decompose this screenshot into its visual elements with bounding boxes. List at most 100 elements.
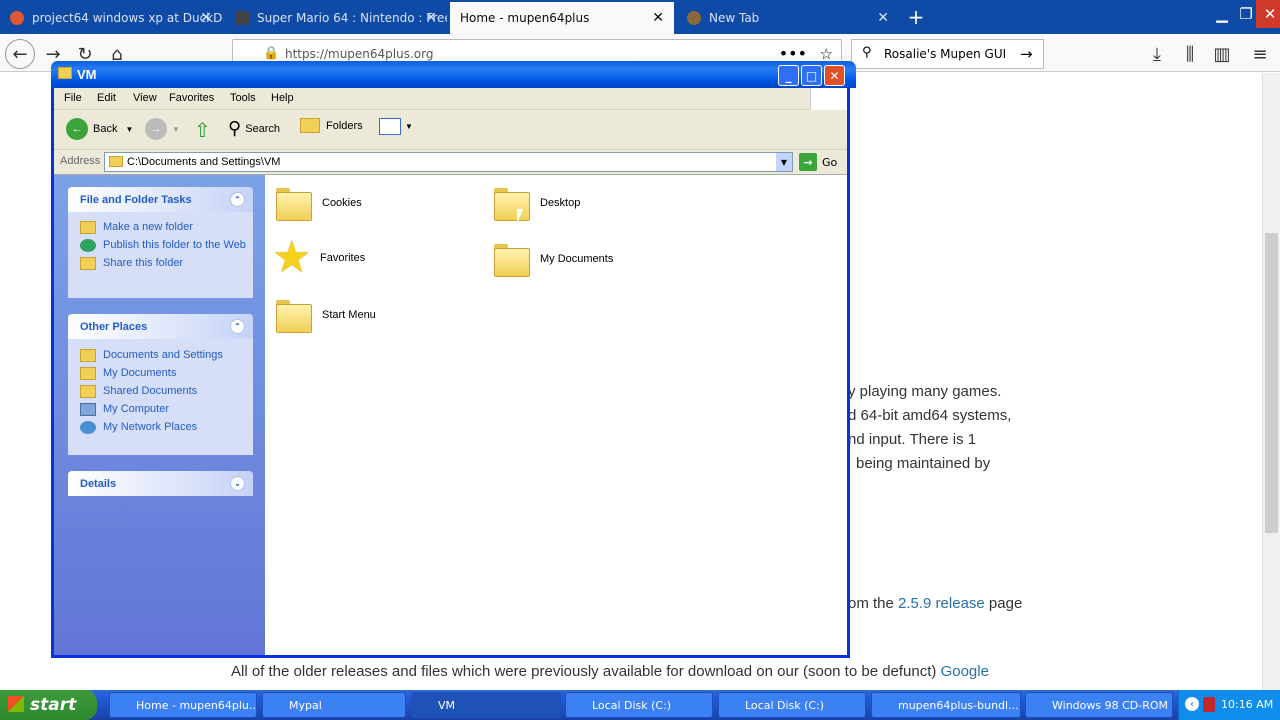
start-button[interactable]: start — [0, 690, 97, 720]
task-home-mupen64plus[interactable]: Home - mupen64plu... — [109, 692, 257, 718]
dropdown-icon: ▼ — [172, 124, 180, 134]
release-link[interactable]: 2.5.9 release — [898, 595, 985, 612]
address-text: C:\Documents and Settings\VM — [127, 156, 281, 168]
panel-header[interactable]: Other Places ⌃ — [68, 314, 253, 339]
up-folder-icon: ⇧ — [194, 120, 211, 142]
views-button[interactable]: ▼ — [379, 118, 413, 135]
up-button[interactable]: ⇧ — [194, 118, 211, 143]
downloads-icon[interactable]: ⤓ — [1142, 39, 1172, 69]
folder-icon — [58, 67, 72, 79]
panel-header[interactable]: Details ⌄ — [68, 471, 253, 496]
task-mypal[interactable]: Mypal — [262, 692, 406, 718]
panel-header[interactable]: File and Folder Tasks ⌃ — [68, 187, 253, 212]
back-arrow-icon: ← — [66, 118, 88, 140]
publish-folder-link[interactable]: Publish this folder to the Web — [68, 237, 253, 255]
menu-tools[interactable]: Tools — [230, 92, 256, 104]
window-title-bar[interactable]: VM _ □ ✕ — [51, 61, 856, 88]
dropdown-icon[interactable]: ▼ — [125, 125, 133, 134]
clock[interactable]: 10:16 AM — [1221, 698, 1273, 711]
tray-expand-icon[interactable]: ‹ — [1185, 697, 1199, 711]
page-text-line: om the 2.5.9 release page — [848, 595, 1023, 612]
go-arrow-icon: → — [799, 153, 817, 171]
window-title: VM — [77, 67, 97, 82]
item-my-documents[interactable]: My Documents — [492, 241, 613, 277]
back-icon[interactable]: ← — [5, 39, 35, 69]
close-tab-icon[interactable]: ✕ — [652, 10, 664, 26]
minimize-button[interactable]: _ — [778, 65, 799, 86]
search-button[interactable]: ⚲ Search — [228, 118, 280, 139]
address-dropdown-icon[interactable]: ▼ — [776, 153, 792, 171]
menu-file[interactable]: File — [64, 92, 82, 104]
task-mupen64plus-bundle[interactable]: mupen64plus-bundl... — [871, 692, 1021, 718]
tab-mupen64plus[interactable]: Home - mupen64plus ✕ — [450, 2, 674, 34]
close-tab-icon[interactable]: ✕ — [877, 10, 889, 26]
item-favorites[interactable]: ★ Favorites — [272, 236, 365, 280]
item-cookies[interactable]: Cookies — [274, 185, 362, 221]
share-folder-link[interactable]: Share this folder — [68, 255, 253, 273]
place-documents-and-settings[interactable]: Documents and Settings — [68, 347, 253, 365]
item-desktop[interactable]: Desktop — [492, 185, 580, 221]
task-vm[interactable]: VM — [411, 692, 561, 718]
place-shared-documents[interactable]: Shared Documents — [68, 383, 253, 401]
shared-folder-icon — [80, 385, 96, 398]
lock-icon: 🔒 — [263, 46, 280, 61]
folder-icon — [492, 185, 530, 221]
address-bar: Address C:\Documents and Settings\VM ▼ →… — [54, 150, 847, 175]
folders-icon — [300, 118, 320, 133]
file-folder-tasks-panel: File and Folder Tasks ⌃ Make a new folder… — [68, 187, 253, 298]
close-tab-icon[interactable]: ✕ — [425, 10, 437, 26]
menu-icon[interactable]: ≡ — [1245, 39, 1275, 69]
library-icon[interactable]: ⫼ — [1175, 39, 1205, 69]
security-shield-icon[interactable] — [1203, 697, 1215, 712]
expand-icon[interactable]: ⌄ — [230, 476, 245, 491]
folder-icon — [109, 156, 123, 167]
dropdown-icon: ▼ — [405, 122, 413, 131]
search-go-icon[interactable]: → — [1020, 45, 1033, 63]
place-my-network-places[interactable]: My Network Places — [68, 419, 253, 437]
maximize-button[interactable]: □ — [801, 65, 822, 86]
task-local-disk-2[interactable]: Local Disk (C:) — [718, 692, 866, 718]
menu-favorites[interactable]: Favorites — [169, 92, 214, 104]
mouse-cursor-icon — [517, 209, 523, 225]
tab-duckduckgo[interactable]: project64 windows xp at DuckDu ✕ — [0, 2, 222, 34]
archive-icon — [235, 11, 249, 25]
go-button[interactable]: → Go — [799, 153, 837, 171]
back-button[interactable]: ← Back ▼ — [66, 118, 133, 140]
tab-super-mario[interactable]: Super Mario 64 : Nintendo : Free ✕ — [225, 2, 447, 34]
page-scrollbar[interactable] — [1262, 73, 1280, 690]
folder-icon — [274, 185, 312, 221]
page-text-line: being maintained by — [856, 455, 991, 472]
menu-edit[interactable]: Edit — [97, 92, 116, 104]
tab-new-tab[interactable]: New Tab ✕ — [677, 2, 899, 34]
close-tab-icon[interactable]: ✕ — [200, 10, 212, 26]
forward-button[interactable]: → ▼ — [145, 118, 180, 140]
place-my-computer[interactable]: My Computer — [68, 401, 253, 419]
close-button[interactable]: ✕ — [824, 65, 845, 86]
menu-bar: File Edit View Favorites Tools Help — [54, 88, 847, 110]
menu-view[interactable]: View — [133, 92, 157, 104]
make-new-folder-link[interactable]: Make a new folder — [68, 219, 253, 237]
collapse-icon[interactable]: ⌃ — [230, 319, 245, 334]
new-tab-icon[interactable]: + — [902, 3, 930, 31]
folders-button[interactable]: Folders — [300, 118, 363, 133]
sidebar-icon[interactable]: ▥ — [1207, 39, 1237, 69]
task-local-disk-1[interactable]: Local Disk (C:) — [565, 692, 713, 718]
address-field[interactable]: C:\Documents and Settings\VM ▼ — [104, 152, 793, 172]
place-my-documents[interactable]: My Documents — [68, 365, 253, 383]
scrollbar-thumb[interactable] — [1265, 233, 1278, 533]
search-bar[interactable]: ⚲ Rosalie's Mupen GUI → — [851, 39, 1044, 69]
folder-icon — [274, 297, 312, 333]
close-icon[interactable]: ✕ — [1256, 0, 1280, 28]
taskbar: start Home - mupen64plu... Mypal VM Loca… — [0, 690, 1280, 720]
page-text-line: d 64-bit amd64 systems, — [848, 407, 1012, 424]
explorer-window: VM _ □ ✕ File Edit View Favorites Tools … — [51, 61, 856, 658]
collapse-icon[interactable]: ⌃ — [230, 192, 245, 207]
google-link[interactable]: Google — [941, 663, 989, 680]
task-windows-98-cdrom[interactable]: Windows 98 CD-ROM — [1025, 692, 1173, 718]
item-start-menu[interactable]: Start Menu — [274, 297, 376, 333]
search-icon: ⚲ — [862, 45, 872, 60]
folder-icon — [492, 241, 530, 277]
new-folder-icon — [80, 221, 96, 234]
toolbar: ← Back ▼ → ▼ ⇧ ⚲ Search Folders ▼ — [54, 110, 847, 150]
menu-help[interactable]: Help — [271, 92, 294, 104]
